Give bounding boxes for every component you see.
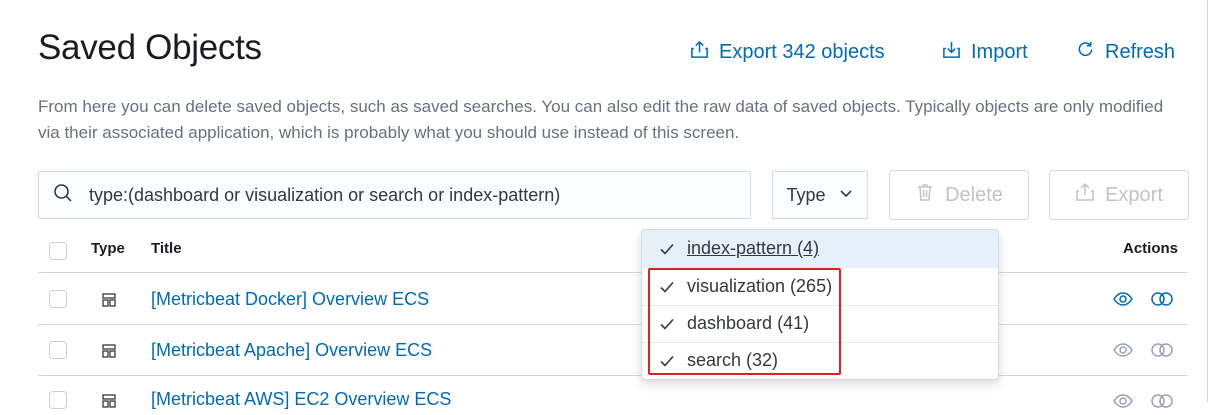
export-icon [1075,182,1095,208]
visualization-icon [101,291,119,314]
search-input[interactable] [87,183,731,207]
export-all-button[interactable]: Export 342 objects [690,38,885,66]
row-checkbox[interactable] [49,391,67,409]
type-filter-label: Type [786,184,826,205]
row-divider [38,375,1188,376]
type-option-label: search (32) [687,350,779,370]
column-header-actions: Actions [1123,240,1179,257]
relationships-icon[interactable] [1151,392,1173,415]
row-title-link[interactable]: [Metricbeat Docker] Overview ECS [151,289,429,310]
search-icon [39,183,73,208]
export-all-label: Export 342 objects [719,40,885,63]
type-option-label: visualization (265) [687,276,833,296]
trash-icon [915,182,935,208]
visualization-icon [101,342,119,365]
check-icon [660,281,674,293]
export-icon [690,40,709,65]
row-title-link[interactable]: [Metricbeat AWS] EC2 Overview ECS [151,389,451,410]
type-option-label: index-pattern (4) [687,238,820,258]
type-option-label: dashboard (41) [687,313,810,333]
type-filter-dropdown: index-pattern (4) visualization (265) da… [641,229,999,380]
delete-label: Delete [945,183,1003,206]
visualization-icon [101,392,119,415]
import-label: Import [971,40,1028,63]
import-button[interactable]: Import [942,38,1028,66]
row-checkbox[interactable] [49,290,67,308]
page-title: Saved Objects [38,28,262,67]
export-selected-button[interactable]: Export [1049,170,1189,220]
check-icon [660,355,674,367]
inspect-icon[interactable] [1113,290,1133,313]
column-header-type[interactable]: Type [91,240,125,257]
inspect-icon[interactable] [1113,392,1133,415]
check-icon [660,318,674,330]
type-option-search[interactable]: search (32) [642,342,998,379]
row-checkbox[interactable] [49,341,67,359]
type-option-dashboard[interactable]: dashboard (41) [642,305,998,342]
type-option-visualization[interactable]: visualization (265) [642,268,998,305]
chevron-down-icon [838,185,854,206]
check-icon [660,243,674,255]
refresh-label: Refresh [1105,40,1176,63]
table-header-divider [38,272,1188,273]
type-filter-button[interactable]: Type [772,171,868,219]
import-icon [942,40,961,65]
delete-button[interactable]: Delete [889,170,1029,220]
page-description: From here you can delete saved objects, … [38,97,1164,142]
inspect-icon[interactable] [1113,341,1133,364]
search-box[interactable] [38,171,751,219]
export-selected-label: Export [1105,183,1163,206]
row-divider [38,324,1188,325]
refresh-button[interactable]: Refresh [1076,38,1175,66]
row-title-link[interactable]: [Metricbeat Apache] Overview ECS [151,340,432,361]
type-option-index-pattern[interactable]: index-pattern (4) [642,230,998,267]
relationships-icon[interactable] [1151,341,1173,364]
refresh-icon [1076,40,1095,65]
relationships-icon[interactable] [1151,290,1173,313]
column-header-title[interactable]: Title [151,240,182,257]
select-all-checkbox[interactable] [49,242,67,260]
